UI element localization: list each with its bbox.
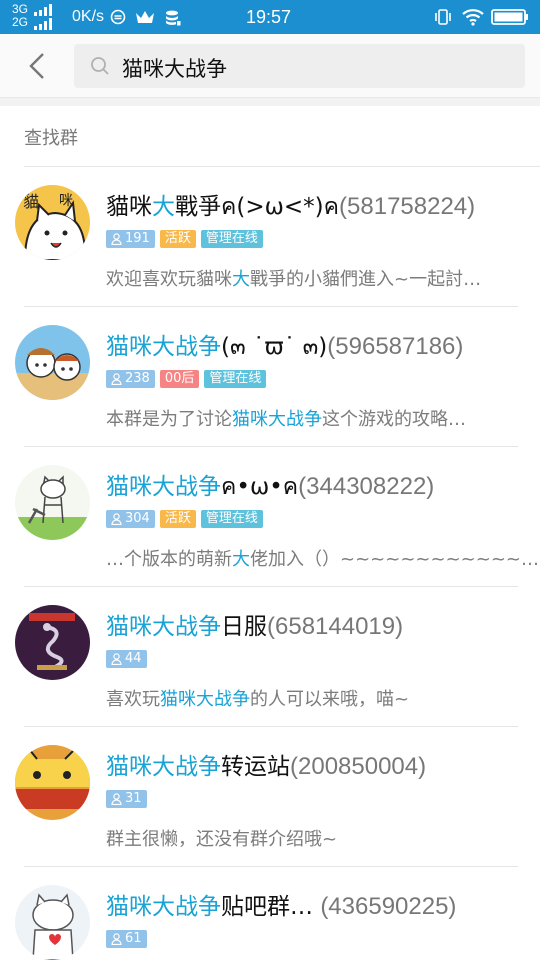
network-speed: 0K/s	[72, 8, 105, 25]
group-name: 貓咪大戰爭ค(>ω<*)ค(581758224)	[106, 193, 476, 220]
group-description: 本群是为了讨论猫咪大战争这个游戏的攻略…	[106, 409, 466, 430]
svg-text:貓: 貓	[23, 192, 39, 211]
vibrate-icon	[435, 9, 451, 25]
group-description: 欢迎喜欢玩貓咪大戰爭的小貓們進入~一起討…	[106, 269, 482, 290]
group-tags: 191 活跃 管理在线	[106, 230, 263, 248]
member-count-badge: 31	[106, 790, 147, 808]
wifi-icon	[462, 9, 484, 26]
battery-icon	[491, 9, 528, 25]
admin-online-badge: 管理在线	[204, 370, 267, 388]
list-item[interactable]: 猫咪大战争ค•ω•ค(344308222) 304 活跃 管理在线 …个版本的萌…	[0, 447, 540, 587]
search-header: 猫咪大战争	[0, 34, 540, 98]
group-description: 群主很懒，还没有群介绍哦~	[106, 829, 338, 850]
member-count-badge: 44	[106, 650, 147, 668]
signal-icon	[34, 4, 52, 30]
group-name: 猫咪大战争转运站(200850004)	[106, 753, 427, 780]
group-tags: 44	[106, 650, 147, 668]
search-input[interactable]: 猫咪大战争	[74, 44, 525, 88]
activity-badge: 活跃	[159, 230, 196, 248]
person-icon	[111, 373, 122, 385]
section-title: 查找群	[24, 128, 78, 149]
search-query: 猫咪大战争	[122, 57, 227, 81]
network-type: 3G 2G	[12, 3, 28, 29]
person-icon	[111, 513, 122, 525]
group-name: 猫咪大战争贴吧群… (436590225)	[106, 893, 457, 920]
search-icon	[91, 57, 109, 75]
group-description: 喜欢玩猫咪大战争的人可以来哦，喵~	[106, 689, 410, 710]
group-tags: 31	[106, 790, 147, 808]
age-badge: 00后	[159, 370, 200, 388]
group-tags: 238 00后 管理在线	[106, 370, 267, 388]
member-count-badge: 61	[106, 930, 147, 948]
member-count-badge: 238	[106, 370, 155, 388]
group-list: 貓 咪 貓咪大戰爭ค(>ω<*)ค(581758224) 191 活跃 管理在线…	[0, 167, 540, 960]
list-item[interactable]: 貓 咪 貓咪大戰爭ค(>ω<*)ค(581758224) 191 活跃 管理在线…	[0, 167, 540, 307]
group-description: …个版本的萌新大佬加入（）~~~~~~~~~~~~…	[106, 549, 538, 570]
group-avatar	[15, 465, 90, 540]
group-name: 猫咪大战争(๓ ˙ϖ˙ ๓)(596587186)	[106, 333, 464, 360]
network-type-bottom: 2G	[12, 15, 29, 29]
back-arrow-icon[interactable]	[24, 52, 52, 80]
group-tags: 61	[106, 930, 147, 948]
list-item[interactable]: 猫咪大战争日服(658144019) 44 喜欢玩猫咪大战争的人可以来哦，喵~	[0, 587, 540, 727]
person-icon	[111, 233, 122, 245]
person-icon	[111, 933, 122, 945]
admin-online-badge: 管理在线	[200, 230, 263, 248]
group-name: 猫咪大战争日服(658144019)	[106, 613, 404, 640]
sync-icon	[110, 9, 126, 25]
svg-text:咪: 咪	[59, 193, 73, 209]
group-avatar: 貓 咪	[15, 185, 90, 260]
database-icon	[166, 10, 181, 26]
group-avatar	[15, 885, 90, 960]
member-count-badge: 304	[106, 510, 155, 528]
group-avatar	[15, 745, 90, 820]
admin-online-badge: 管理在线	[200, 510, 263, 528]
group-name: 猫咪大战争ค•ω•ค(344308222)	[106, 473, 435, 500]
crown-icon	[136, 11, 154, 23]
member-count-badge: 191	[106, 230, 155, 248]
status-bar: 3G 2G 0K/s 19:57	[0, 0, 540, 34]
list-item[interactable]: 猫咪大战争(๓ ˙ϖ˙ ๓)(596587186) 238 00后 管理在线 本…	[0, 307, 540, 447]
divider	[0, 98, 540, 106]
person-icon	[111, 793, 122, 805]
clock: 19:57	[246, 7, 292, 27]
group-avatar	[15, 325, 90, 400]
activity-badge: 活跃	[159, 510, 196, 528]
list-item[interactable]: 猫咪大战争贴吧群… (436590225) 61	[0, 867, 540, 960]
group-tags: 304 活跃 管理在线	[106, 510, 263, 528]
person-icon	[111, 653, 122, 665]
group-avatar	[15, 605, 90, 680]
list-item[interactable]: 猫咪大战争转运站(200850004) 31 群主很懒，还没有群介绍哦~	[0, 727, 540, 867]
